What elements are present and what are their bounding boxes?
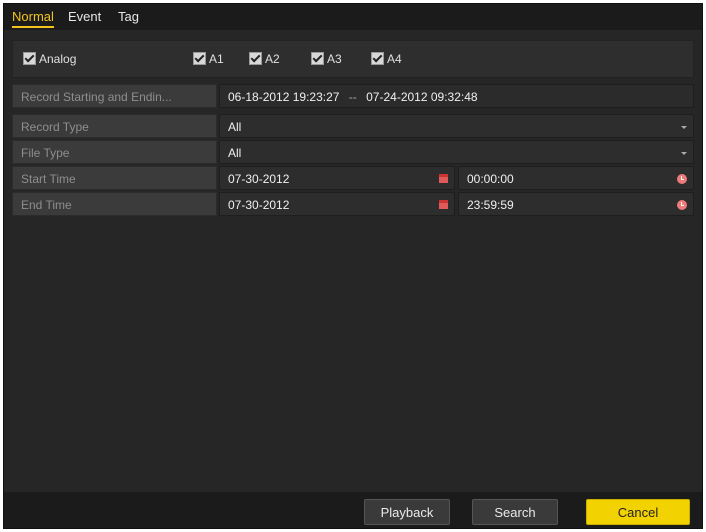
start-time-field[interactable]: 00:00:00 bbox=[458, 166, 694, 190]
record-type-label: Record Type bbox=[12, 114, 217, 138]
clock-icon[interactable] bbox=[677, 174, 687, 184]
end-time-label: End Time bbox=[12, 192, 217, 216]
checkbox-checked-icon bbox=[311, 52, 324, 65]
channel-a3-label: A3 bbox=[327, 52, 342, 66]
channel-a4-label: A4 bbox=[387, 52, 402, 66]
start-date-field[interactable]: 07-30-2012 bbox=[219, 166, 455, 190]
clock-icon[interactable] bbox=[677, 200, 687, 210]
file-type-row: File Type All bbox=[12, 140, 694, 164]
end-time-row: End Time 07-30-2012 23:59:59 bbox=[12, 192, 694, 216]
calendar-icon[interactable] bbox=[439, 174, 448, 183]
record-type-value: All bbox=[228, 120, 242, 134]
checkbox-checked-icon bbox=[193, 52, 206, 65]
channel-a2-label: A2 bbox=[265, 52, 280, 66]
channel-a1-label: A1 bbox=[209, 52, 224, 66]
chevron-down-icon bbox=[681, 126, 687, 129]
chevron-down-icon bbox=[681, 152, 687, 155]
analog-checkbox[interactable]: Analog bbox=[23, 51, 76, 67]
channel-a4-checkbox[interactable]: A4 bbox=[371, 51, 402, 67]
file-type-label: File Type bbox=[12, 140, 217, 164]
checkbox-checked-icon bbox=[249, 52, 262, 65]
calendar-icon[interactable] bbox=[439, 200, 448, 209]
record-range-start: 06-18-2012 19:23:27 bbox=[228, 90, 340, 104]
record-range-end: 07-24-2012 09:32:48 bbox=[366, 90, 478, 104]
start-time-row: Start Time 07-30-2012 00:00:00 bbox=[12, 166, 694, 190]
start-time-label: Start Time bbox=[12, 166, 217, 190]
search-button[interactable]: Search bbox=[472, 499, 558, 525]
end-time-field[interactable]: 23:59:59 bbox=[458, 192, 694, 216]
tab-normal[interactable]: Normal bbox=[12, 8, 54, 28]
tab-tag[interactable]: Tag bbox=[118, 8, 139, 26]
checkbox-checked-icon bbox=[23, 52, 36, 65]
start-time-value: 00:00:00 bbox=[467, 172, 514, 186]
checkbox-checked-icon bbox=[371, 52, 384, 65]
playback-button[interactable]: Playback bbox=[364, 499, 450, 525]
record-range-separator: -- bbox=[348, 90, 357, 104]
file-type-value: All bbox=[228, 146, 242, 160]
channel-a2-checkbox[interactable]: A2 bbox=[249, 51, 280, 67]
record-range-value: 06-18-2012 19:23:27 -- 07-24-2012 09:32:… bbox=[219, 84, 694, 108]
record-type-row: Record Type All bbox=[12, 114, 694, 138]
channel-selection: Analog A1 A2 A3 A4 bbox=[12, 40, 694, 78]
file-type-select[interactable]: All bbox=[219, 140, 694, 164]
start-date-value: 07-30-2012 bbox=[228, 172, 290, 186]
record-range-label: Record Starting and Endin... bbox=[12, 84, 217, 108]
channel-a3-checkbox[interactable]: A3 bbox=[311, 51, 342, 67]
end-time-value: 23:59:59 bbox=[467, 198, 514, 212]
end-date-value: 07-30-2012 bbox=[228, 198, 290, 212]
record-range-row: Record Starting and Endin... 06-18-2012 … bbox=[12, 84, 694, 108]
end-date-field[interactable]: 07-30-2012 bbox=[219, 192, 455, 216]
button-bar: Playback Search Cancel bbox=[4, 492, 702, 528]
tab-event[interactable]: Event bbox=[68, 8, 101, 26]
analog-label: Analog bbox=[39, 52, 77, 66]
channel-a1-checkbox[interactable]: A1 bbox=[193, 51, 224, 67]
cancel-button[interactable]: Cancel bbox=[586, 499, 690, 525]
record-type-select[interactable]: All bbox=[219, 114, 694, 138]
tab-bar: Normal Event Tag bbox=[4, 4, 702, 30]
search-dialog: Normal Event Tag Analog A1 A2 A3 A4 Reco… bbox=[3, 3, 703, 529]
